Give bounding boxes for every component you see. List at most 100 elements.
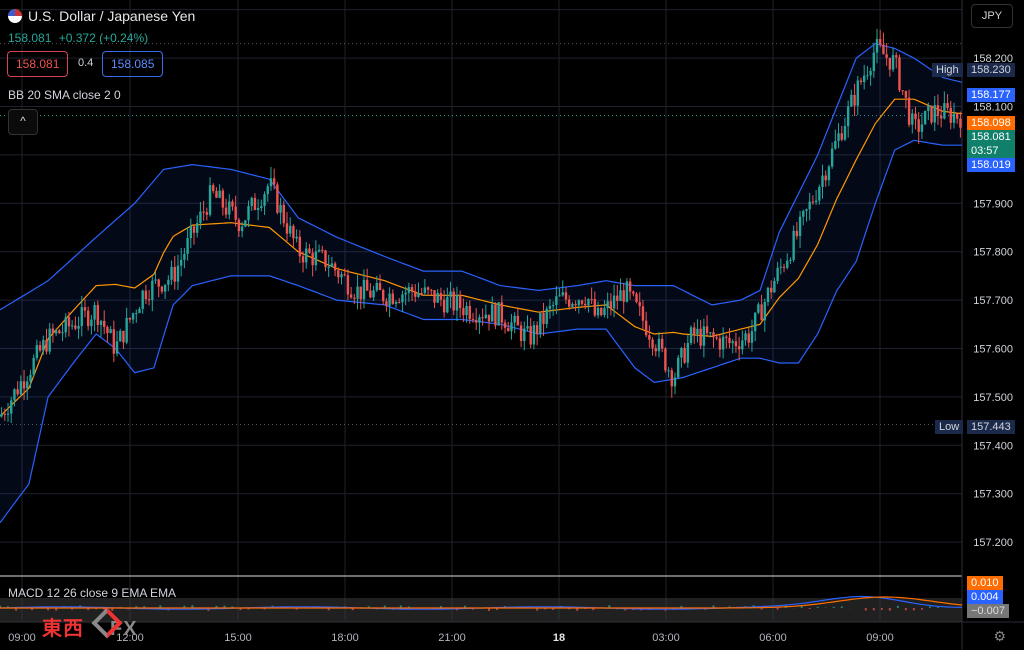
candle-body <box>600 307 603 316</box>
candle-body <box>234 206 237 220</box>
candle-body <box>818 187 821 201</box>
candle-body <box>228 201 231 215</box>
price-chart[interactable]: 158.300158.200158.100158.000157.900157.8… <box>0 0 1024 650</box>
candle-body <box>109 329 112 334</box>
candle-body <box>648 335 651 340</box>
candle-body <box>895 55 898 58</box>
price-change: +0.372 (+0.24%) <box>58 31 149 45</box>
candle-body <box>151 280 154 300</box>
candle-body <box>680 347 683 358</box>
candle-body <box>192 226 196 233</box>
y-tick-label: 157.400 <box>973 440 1013 452</box>
bb-indicator-label[interactable]: BB 20 SMA close 2 0 <box>8 88 121 102</box>
candle-body <box>465 305 468 316</box>
candle-body <box>144 290 148 300</box>
candle-body <box>814 200 818 203</box>
candle-body <box>439 293 443 300</box>
candle-body <box>943 103 946 119</box>
chevron-up-icon[interactable]: ^ <box>8 109 38 135</box>
candle-body <box>664 348 667 371</box>
y-tick-label: 157.300 <box>973 489 1013 501</box>
candle-body <box>779 266 783 268</box>
candle-body <box>907 97 911 125</box>
candle-body <box>494 304 497 326</box>
candle-body <box>401 294 404 303</box>
candle-body <box>850 94 853 107</box>
macd-hist-bar <box>776 608 779 610</box>
candle-body <box>279 204 282 213</box>
candle-body <box>462 308 465 316</box>
candle-body <box>580 300 584 304</box>
buy-button[interactable]: 158.085 <box>102 51 164 77</box>
candle-body <box>946 103 949 108</box>
candle-body <box>478 317 481 323</box>
candle-body <box>356 286 359 299</box>
candle-body <box>112 329 116 354</box>
candle-body <box>888 57 892 70</box>
candle-body <box>603 308 606 316</box>
candle-body <box>414 291 417 297</box>
gear-icon[interactable]: ⚙ <box>993 628 1006 645</box>
candle-body <box>471 319 475 321</box>
candle-body <box>846 106 850 127</box>
candle-body <box>843 126 847 140</box>
candle-body <box>484 314 488 318</box>
candle-body <box>176 265 180 282</box>
candle-body <box>337 270 340 278</box>
macd-hist-bar <box>896 605 899 608</box>
candle-body <box>32 357 35 375</box>
candle-body <box>766 287 770 303</box>
watermark-logo: 東西 FX <box>42 612 138 641</box>
candle-body <box>446 296 449 313</box>
candle-body <box>141 290 144 309</box>
candle-body <box>875 39 879 53</box>
candle-body <box>491 304 494 322</box>
candle-body <box>590 299 593 301</box>
symbol-title[interactable]: U.S. Dollar / Japanese Yen <box>8 8 195 24</box>
candle-body <box>247 206 250 221</box>
x-tick-label: 09:00 <box>866 632 894 644</box>
candle-body <box>523 328 526 342</box>
candle-body <box>317 249 321 252</box>
candle-body <box>61 332 64 334</box>
candle-body <box>16 389 19 395</box>
x-tick-label: 09:00 <box>8 632 36 644</box>
candle-body <box>375 283 378 291</box>
candle-body <box>616 295 619 301</box>
candle-body <box>891 55 895 70</box>
candle-body <box>6 413 10 415</box>
candle-body <box>64 317 67 333</box>
candle-body <box>372 290 375 298</box>
candle-body <box>260 206 263 209</box>
candle-body <box>202 211 205 213</box>
low-value: 157.443 <box>967 420 1015 434</box>
currency-selector[interactable]: JPY <box>971 4 1013 28</box>
candle-body <box>866 75 869 77</box>
candle-body <box>423 287 427 294</box>
candle-body <box>513 315 516 323</box>
macd-hist-bar <box>808 608 811 610</box>
x-tick-label: 15:00 <box>224 632 252 644</box>
y-tick-label: 158.100 <box>973 101 1013 113</box>
candle-body <box>244 220 247 227</box>
candle-body <box>170 266 173 280</box>
candle-body <box>811 201 815 203</box>
candle-body <box>340 274 343 278</box>
candle-body <box>930 105 933 123</box>
candle-body <box>404 292 407 295</box>
candle-body <box>186 238 189 254</box>
candle-body <box>90 319 93 327</box>
candle-body <box>330 263 334 267</box>
candle-body <box>747 333 750 343</box>
candle-body <box>763 302 766 321</box>
candle-body <box>295 236 298 239</box>
macd-indicator-label[interactable]: MACD 12 26 close 9 EMA EMA <box>8 586 176 600</box>
x-tick-label: 21:00 <box>438 632 466 644</box>
sell-button[interactable]: 158.081 <box>7 51 69 77</box>
spread-value: 0.4 <box>78 57 94 69</box>
candle-body <box>125 317 128 343</box>
candle-body <box>561 292 564 296</box>
candle-body <box>802 210 805 217</box>
candle-body <box>289 225 292 234</box>
candle-body <box>167 279 170 285</box>
